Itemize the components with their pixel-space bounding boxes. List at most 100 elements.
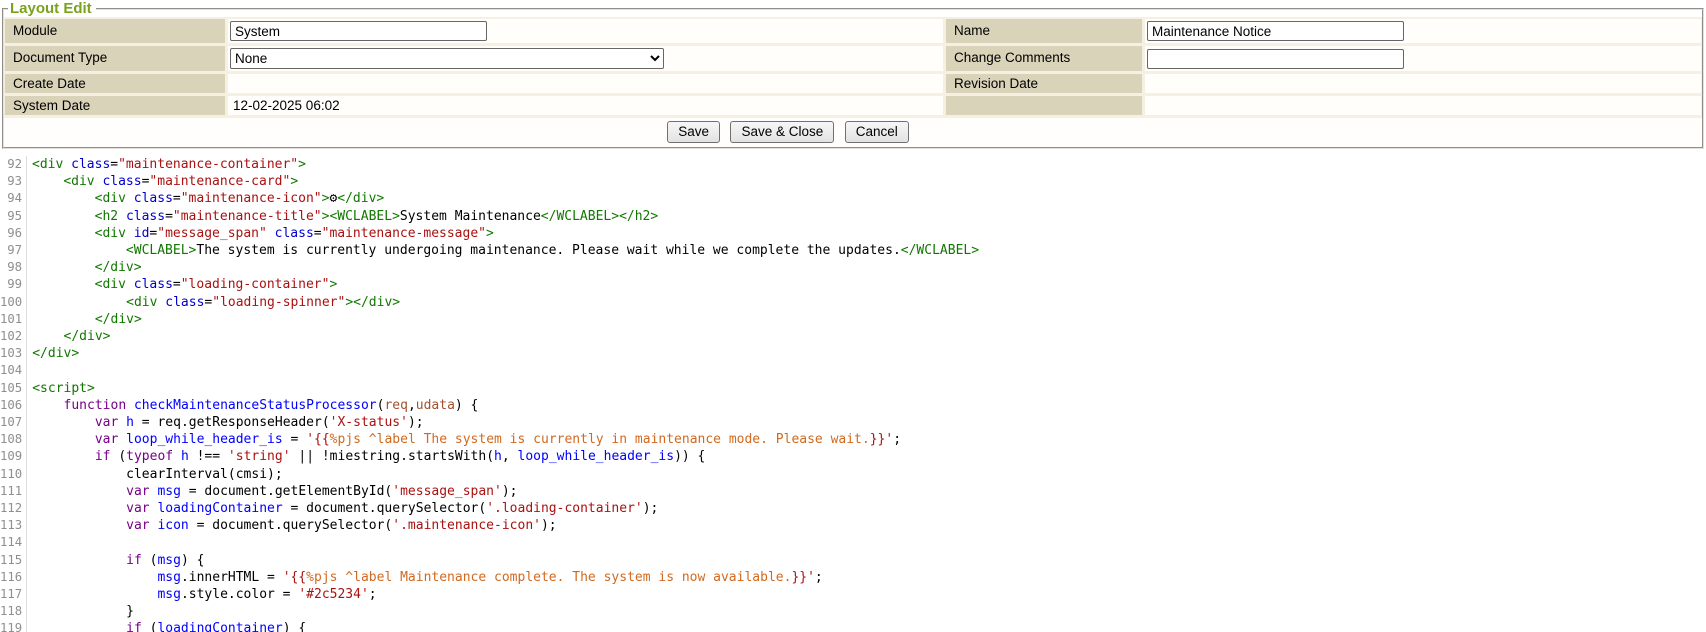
code-line-content: if (loadingContainer) { xyxy=(32,620,306,632)
code-line-content: if (typeof h !== 'string' || !miestring.… xyxy=(32,448,705,465)
change-comments-value-cell xyxy=(1145,46,1701,71)
empty-value-cell xyxy=(1145,96,1701,115)
code-line-content: <div class="maintenance-card"> xyxy=(32,173,298,190)
line-number: 101 xyxy=(0,311,27,328)
change-comments-label: Change Comments xyxy=(946,46,1142,71)
line-number: 116 xyxy=(0,569,27,586)
code-line-content: <WCLABEL>The system is currently undergo… xyxy=(32,242,979,259)
code-line: 118 } xyxy=(0,603,1706,620)
line-number: 114 xyxy=(0,534,27,551)
code-line: 104 xyxy=(0,362,1706,379)
code-line: 108 var loop_while_header_is = '{{%pjs ^… xyxy=(0,431,1706,448)
code-line-content: </div> xyxy=(32,311,142,328)
document-type-value-cell: None xyxy=(228,46,943,71)
code-line: 115 if (msg) { xyxy=(0,552,1706,569)
code-line-content: </div> xyxy=(32,345,79,362)
system-date-text: 12-02-2025 06:02 xyxy=(230,98,340,113)
code-line-content: <div class="maintenance-container"> xyxy=(32,156,306,173)
line-number: 106 xyxy=(0,397,27,414)
code-line: 109 if (typeof h !== 'string' || !miestr… xyxy=(0,448,1706,465)
module-label: Module xyxy=(5,19,225,43)
cancel-button[interactable]: Cancel xyxy=(845,121,909,143)
save-button[interactable]: Save xyxy=(667,121,720,143)
code-line-content: <div class="maintenance-icon">⚙</div> xyxy=(32,190,384,207)
code-line: 119 if (loadingContainer) { xyxy=(0,620,1706,632)
module-input[interactable] xyxy=(230,21,487,41)
code-lines: 92 <div class="maintenance-container">93 … xyxy=(0,156,1706,632)
code-line-content: var loadingContainer = document.querySel… xyxy=(32,500,658,517)
line-number: 96 xyxy=(0,225,27,242)
code-line-content: </div> xyxy=(32,328,110,345)
line-number: 115 xyxy=(0,552,27,569)
code-line-content: <div class="loading-spinner"></div> xyxy=(32,294,400,311)
code-line: 117 msg.style.color = '#2c5234'; xyxy=(0,586,1706,603)
layout-form: Module Name Document Type None Change Co… xyxy=(4,17,1702,118)
code-line-content: <div id="message_span" class="maintenanc… xyxy=(32,225,494,242)
code-line-content: function checkMaintenanceStatusProcessor… xyxy=(32,397,478,414)
code-line-content: <div class="loading-container"> xyxy=(32,276,337,293)
code-line: 106 function checkMaintenanceStatusProce… xyxy=(0,397,1706,414)
code-line-content: msg.innerHTML = '{{%pjs ^label Maintenan… xyxy=(32,569,823,586)
code-line-content: } xyxy=(32,603,134,620)
form-buttons-row: Save Save & Close Cancel xyxy=(2,118,1704,149)
code-line: 102 </div> xyxy=(0,328,1706,345)
change-comments-input[interactable] xyxy=(1147,49,1404,69)
line-number: 99 xyxy=(0,276,27,293)
code-line: 98 </div> xyxy=(0,259,1706,276)
line-number: 103 xyxy=(0,345,27,362)
line-number: 95 xyxy=(0,208,27,225)
line-number: 119 xyxy=(0,620,27,632)
code-line: 100 <div class="loading-spinner"></div> xyxy=(0,294,1706,311)
code-line: 101 </div> xyxy=(0,311,1706,328)
line-number: 108 xyxy=(0,431,27,448)
line-number: 100 xyxy=(0,294,27,311)
line-number: 98 xyxy=(0,259,27,276)
line-number: 97 xyxy=(0,242,27,259)
save-and-close-button[interactable]: Save & Close xyxy=(730,121,834,143)
line-number: 93 xyxy=(0,173,27,190)
code-line: 93 <div class="maintenance-card"> xyxy=(0,173,1706,190)
code-line-content: </div> xyxy=(32,259,142,276)
code-line: 112 var loadingContainer = document.quer… xyxy=(0,500,1706,517)
code-line: 114 xyxy=(0,534,1706,551)
code-line: 92 <div class="maintenance-container"> xyxy=(0,156,1706,173)
line-number: 111 xyxy=(0,483,27,500)
page-title: Layout Edit xyxy=(8,0,96,17)
code-line: 99 <div class="loading-container"> xyxy=(0,276,1706,293)
line-number: 112 xyxy=(0,500,27,517)
document-type-select[interactable]: None xyxy=(230,48,664,69)
revision-date-label: Revision Date xyxy=(946,74,1142,93)
code-line: 110 clearInterval(cmsi); xyxy=(0,466,1706,483)
code-line: 94 <div class="maintenance-icon">⚙</div> xyxy=(0,190,1706,207)
code-line-content: msg.style.color = '#2c5234'; xyxy=(32,586,376,603)
line-number: 118 xyxy=(0,603,27,620)
line-number: 113 xyxy=(0,517,27,534)
line-number: 109 xyxy=(0,448,27,465)
line-number: 107 xyxy=(0,414,27,431)
line-number: 102 xyxy=(0,328,27,345)
code-line: 97 <WCLABEL>The system is currently unde… xyxy=(0,242,1706,259)
code-editor[interactable]: 92 <div class="maintenance-container">93 … xyxy=(0,149,1706,632)
line-number: 105 xyxy=(0,380,27,397)
code-line-content: <script> xyxy=(32,380,95,397)
code-line: 107 var h = req.getResponseHeader('X-sta… xyxy=(0,414,1706,431)
code-line: 111 var msg = document.getElementById('m… xyxy=(0,483,1706,500)
code-line-content: var loop_while_header_is = '{{%pjs ^labe… xyxy=(32,431,901,448)
document-type-label: Document Type xyxy=(5,46,225,71)
line-number: 92 xyxy=(0,156,27,173)
code-line-content: <h2 class="maintenance-title"><WCLABEL>S… xyxy=(32,208,658,225)
code-line: 96 <div id="message_span" class="mainten… xyxy=(0,225,1706,242)
code-line-content: var icon = document.querySelector('.main… xyxy=(32,517,556,534)
name-label: Name xyxy=(946,19,1142,43)
name-input[interactable] xyxy=(1147,21,1404,41)
line-number: 110 xyxy=(0,466,27,483)
layout-edit-fieldset: Layout Edit Module Name Document Type No… xyxy=(2,0,1704,118)
code-line-content: clearInterval(cmsi); xyxy=(32,466,282,483)
code-line: 105 <script> xyxy=(0,380,1706,397)
name-value-cell xyxy=(1145,19,1701,43)
system-date-value: 12-02-2025 06:02 xyxy=(228,96,943,115)
revision-date-value xyxy=(1145,74,1701,93)
line-number: 117 xyxy=(0,586,27,603)
code-line: 116 msg.innerHTML = '{{%pjs ^label Maint… xyxy=(0,569,1706,586)
code-line-content: var h = req.getResponseHeader('X-status'… xyxy=(32,414,423,431)
